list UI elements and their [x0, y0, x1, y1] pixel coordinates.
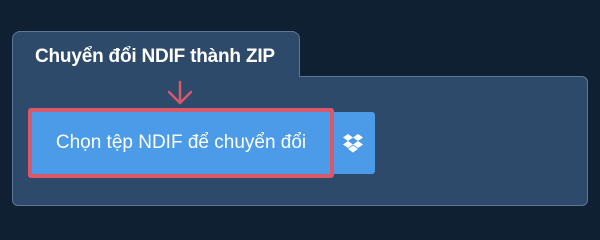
dropbox-icon — [342, 134, 363, 153]
tab-title: Chuyển đổi NDIF thành ZIP — [35, 46, 275, 67]
choose-file-label: Chọn tệp NDIF để chuyển đổi — [55, 132, 307, 153]
arrow-down-icon — [167, 80, 193, 105]
choose-file-button[interactable]: Chọn tệp NDIF để chuyển đổi — [28, 108, 334, 178]
tab-panel-joint — [13, 75, 299, 78]
dropbox-button[interactable] — [330, 112, 375, 174]
